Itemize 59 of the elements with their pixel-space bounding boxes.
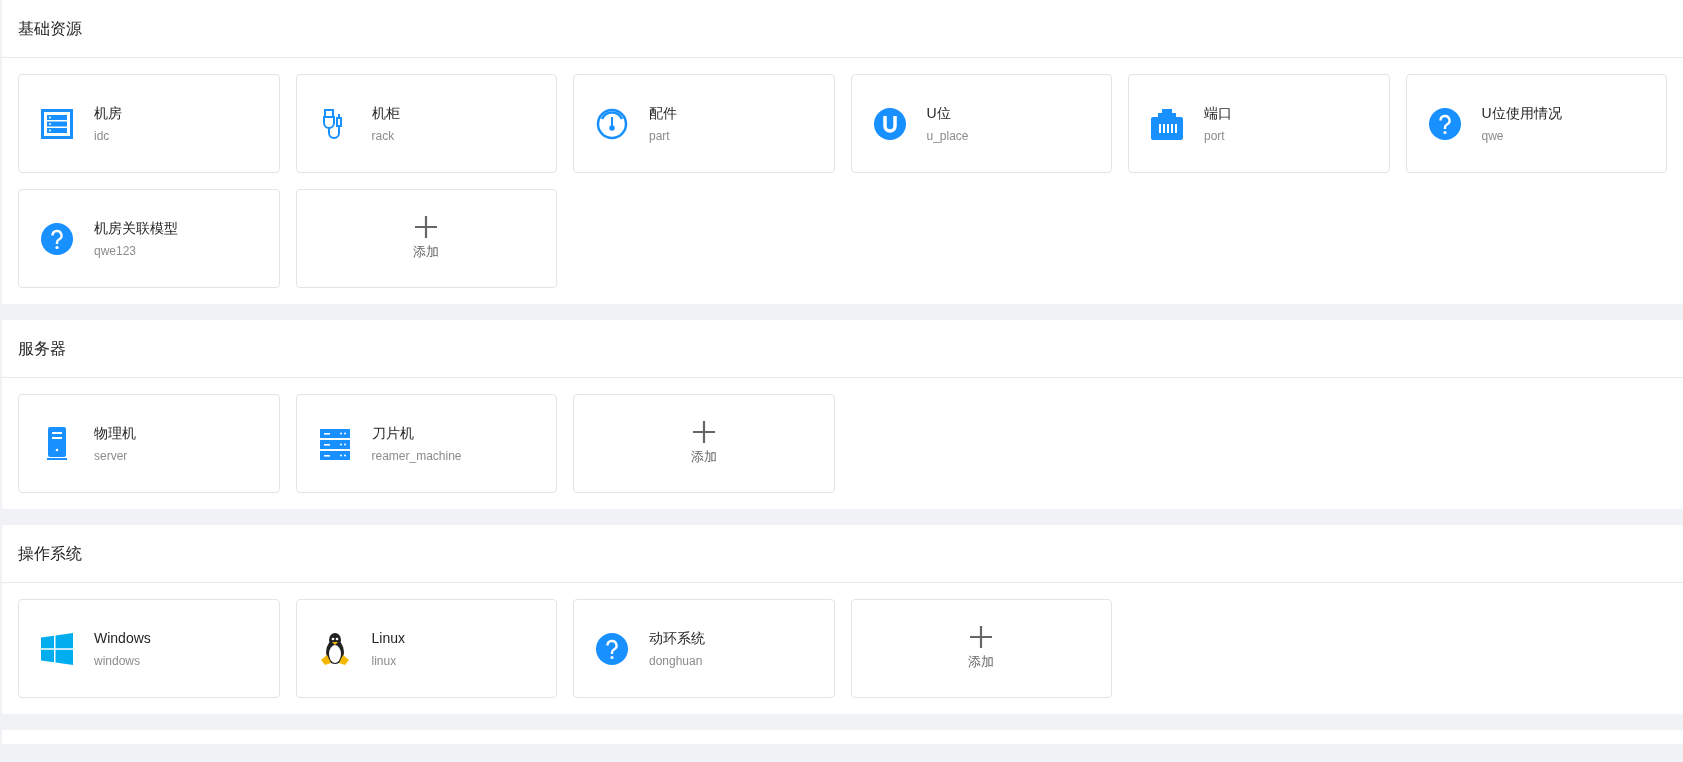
model-name: 机房关联模型	[94, 218, 178, 238]
model-card[interactable]: U位 u_place	[850, 74, 1112, 173]
section-title: 操作系统	[18, 543, 82, 564]
model-name: Windows	[94, 628, 151, 648]
model-name: U位	[926, 103, 952, 123]
windows-logo-icon	[41, 632, 73, 665]
section-title: 基础资源	[18, 18, 82, 39]
add-label: 添加	[413, 242, 440, 261]
add-card[interactable]: 添加	[850, 599, 1112, 698]
model-name: U位使用情况	[1481, 103, 1562, 123]
question-mark-icon	[1428, 107, 1461, 140]
add-label: 添加	[968, 652, 995, 671]
model-name: Linux	[371, 628, 405, 648]
section-title: 服务器	[18, 338, 66, 359]
model-card[interactable]: 机房 idc	[18, 74, 280, 173]
model-code: qwe123	[94, 242, 138, 260]
model-code: rack	[371, 127, 396, 145]
penguin-icon	[320, 631, 349, 666]
question-mark-icon	[596, 632, 628, 665]
model-card[interactable]: Linux linux	[295, 599, 557, 698]
add-card[interactable]: 添加	[295, 189, 557, 288]
gauge-icon	[596, 107, 628, 140]
question-mark-icon	[41, 222, 73, 255]
letter-u-circle-icon	[873, 107, 906, 140]
model-card[interactable]: Windows windows	[18, 599, 280, 698]
model-name: 配件	[649, 103, 677, 123]
model-name: 刀片机	[371, 423, 415, 443]
plus-icon	[970, 625, 993, 648]
model-code: donghuan	[649, 652, 704, 670]
tower-server-icon	[47, 427, 67, 460]
ethernet-port-icon	[1151, 107, 1183, 140]
model-code: idc	[94, 127, 111, 145]
model-card[interactable]: 机房关联模型 qwe123	[18, 189, 280, 288]
model-code: linux	[371, 652, 398, 670]
model-card[interactable]: U位使用情况 qwe	[1405, 74, 1667, 173]
model-name: 机柜	[371, 103, 400, 123]
model-name: 物理机	[94, 423, 136, 443]
model-code: u_place	[926, 127, 969, 145]
model-card[interactable]: 物理机 server	[18, 394, 280, 493]
model-name: 机房	[94, 103, 122, 123]
model-card[interactable]: 动环系统 donghuan	[573, 599, 835, 698]
model-code: port	[1204, 127, 1226, 145]
model-code: qwe	[1481, 127, 1505, 145]
blade-server-icon	[318, 427, 351, 460]
model-code: part	[649, 127, 671, 145]
model-card[interactable]: 刀片机 reamer_machine	[295, 394, 557, 493]
plus-icon	[692, 420, 715, 443]
model-code: reamer_machine	[371, 447, 462, 465]
model-card[interactable]: 端口 port	[1128, 74, 1390, 173]
model-name: 端口	[1204, 103, 1232, 123]
add-card[interactable]: 添加	[573, 394, 835, 493]
add-label: 添加	[690, 447, 717, 466]
model-card[interactable]: 机柜 rack	[295, 74, 557, 173]
plus-icon	[415, 215, 438, 238]
model-name: 动环系统	[649, 628, 705, 648]
model-code: windows	[94, 652, 142, 670]
model-card[interactable]: 配件 part	[573, 74, 835, 173]
server-list-icon	[41, 108, 73, 139]
model-code: server	[94, 447, 129, 465]
